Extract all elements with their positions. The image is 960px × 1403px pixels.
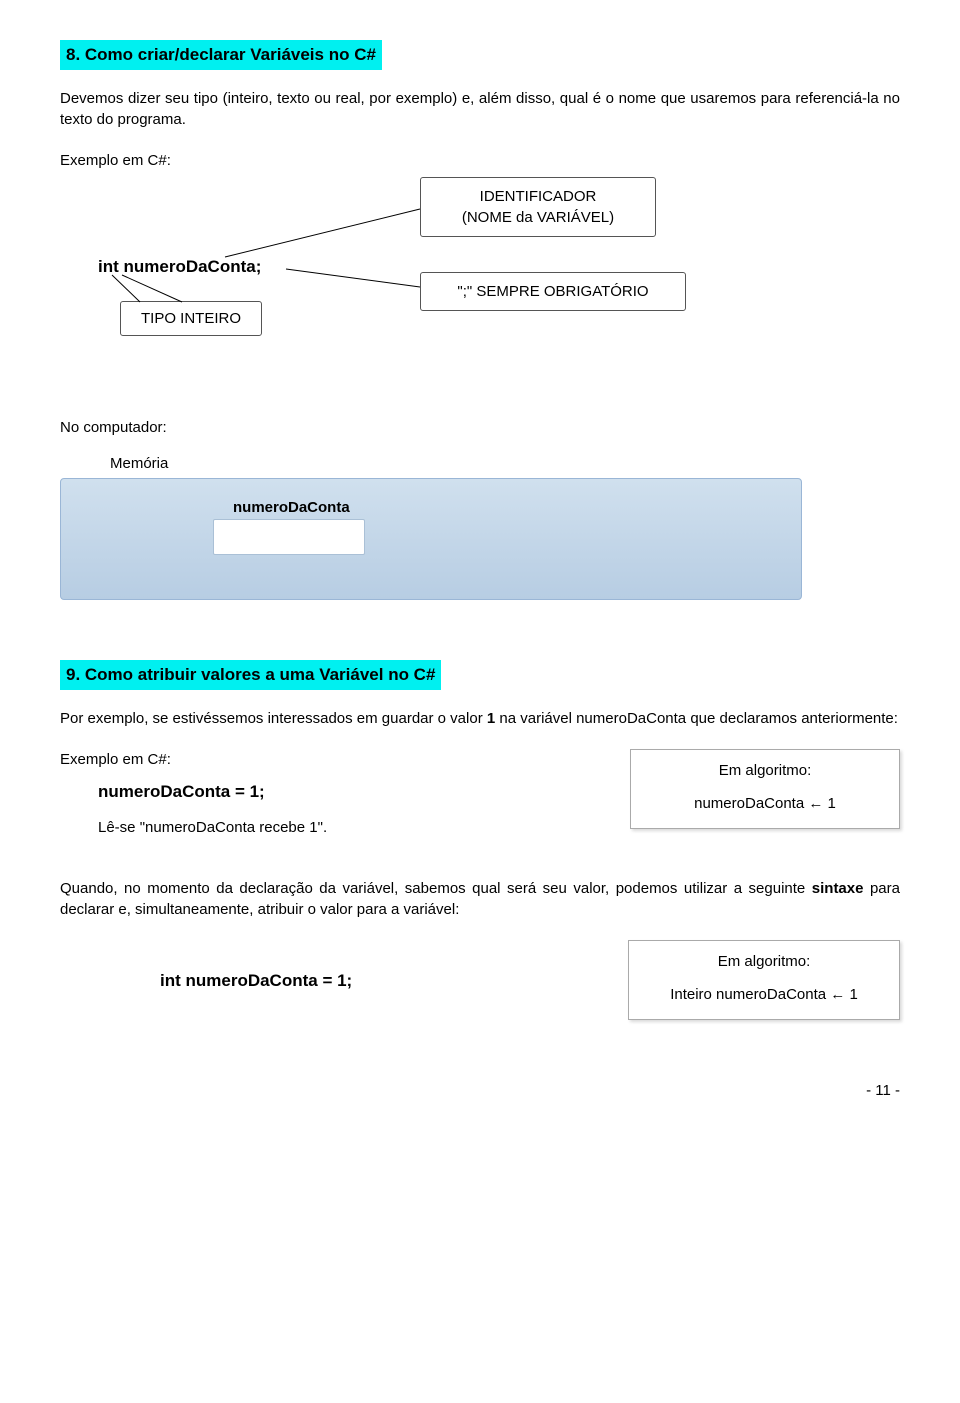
para-pre: Por exemplo, se estivéssemos interessado… — [60, 710, 487, 727]
algorithm-box-1: Em algoritmo: numeroDaConta ← 1 — [630, 749, 900, 829]
para2-pre: Quando, no momento da declaração da vari… — [60, 880, 812, 897]
callout-semicolon: ";" SEMPRE OBRIGATÓRIO — [420, 272, 686, 311]
algo1-title: Em algoritmo: — [655, 760, 875, 781]
section-8: 8. Como criar/declarar Variáveis no C# D… — [60, 40, 900, 600]
code-declare-assign: int numeroDaConta = 1; — [160, 969, 588, 993]
combined-left-col: int numeroDaConta = 1; — [60, 969, 588, 1021]
algo2-body: Inteiro numeroDaConta ← 1 — [639, 984, 889, 1005]
algo1-body: numeroDaConta ← 1 — [655, 793, 875, 814]
assignment-left-col: Exemplo em C#: numeroDaConta = 1; Lê-se … — [60, 749, 590, 839]
read-as-text: Lê-se "numeroDaConta recebe 1". — [98, 817, 590, 838]
callout-identifier: IDENTIFICADOR (NOME da VARIÁVEL) — [420, 177, 656, 237]
callout-identifier-line1: IDENTIFICADOR — [433, 186, 643, 207]
example-label-2: Exemplo em C#: — [60, 749, 590, 770]
section-8-heading: 8. Como criar/declarar Variáveis no C# — [60, 40, 382, 70]
example-label-1: Exemplo em C#: — [60, 150, 900, 171]
memory-label: Memória — [110, 453, 900, 474]
memory-var-name: numeroDaConta — [233, 497, 350, 518]
section-8-paragraph: Devemos dizer seu tipo (inteiro, texto o… — [60, 88, 900, 130]
page-number: - 11 - — [60, 1080, 900, 1101]
para-bold-1: 1 — [487, 710, 495, 727]
callout-identifier-line2: (NOME da VARIÁVEL) — [433, 207, 643, 228]
algo2-title: Em algoritmo: — [639, 951, 889, 972]
example-assignment-row: Exemplo em C#: numeroDaConta = 1; Lê-se … — [60, 749, 900, 839]
section-9-paragraph-2: Quando, no momento da declaração da vari… — [60, 878, 900, 920]
code-assignment: numeroDaConta = 1; — [98, 780, 590, 804]
para2-bold-sintaxe: sintaxe — [812, 880, 864, 897]
memory-var-box — [213, 519, 365, 555]
no-computador-label: No computador: — [60, 417, 900, 438]
example-combined-row: int numeroDaConta = 1; Em algoritmo: Int… — [60, 940, 900, 1020]
variable-declaration-diagram: IDENTIFICADOR (NOME da VARIÁVEL) ";" SEM… — [60, 177, 900, 387]
algorithm-box-2: Em algoritmo: Inteiro numeroDaConta ← 1 — [628, 940, 900, 1020]
para-post: na variável numeroDaConta que declaramos… — [495, 710, 898, 727]
callout-tipo-inteiro: TIPO INTEIRO — [120, 301, 262, 336]
section-9-paragraph: Por exemplo, se estivéssemos interessado… — [60, 708, 900, 729]
memory-diagram: numeroDaConta — [60, 478, 802, 600]
section-9: 9. Como atribuir valores a uma Variável … — [60, 660, 900, 1021]
section-9-heading: 9. Como atribuir valores a uma Variável … — [60, 660, 441, 690]
code-declaration: int numeroDaConta; — [98, 255, 261, 279]
